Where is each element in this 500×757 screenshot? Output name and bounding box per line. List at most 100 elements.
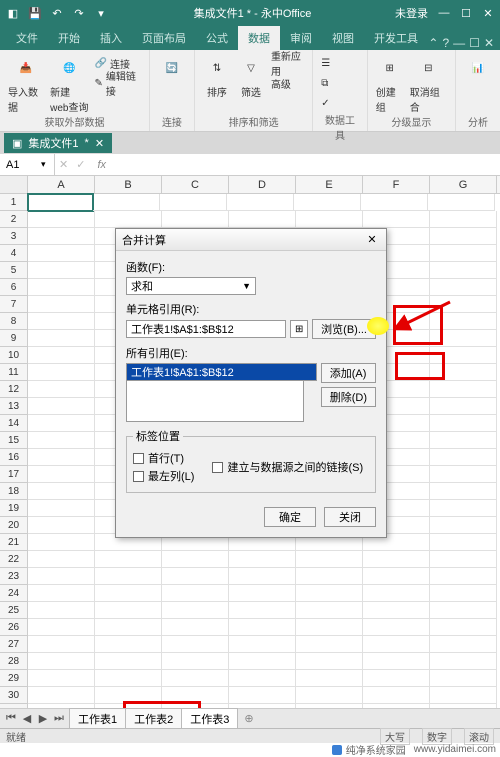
row-header[interactable]: 18 xyxy=(0,483,28,500)
row-header[interactable]: 22 xyxy=(0,551,28,568)
tab-file[interactable]: 文件 xyxy=(6,26,48,50)
cell[interactable] xyxy=(430,670,497,687)
cell[interactable] xyxy=(430,687,497,704)
cell[interactable] xyxy=(296,619,363,636)
row-header[interactable]: 29 xyxy=(0,670,28,687)
cell[interactable] xyxy=(430,313,497,330)
analysis-button[interactable]: 📊 xyxy=(464,54,492,82)
refresh-button[interactable]: 🔄 xyxy=(158,54,186,82)
cell[interactable] xyxy=(430,517,497,534)
group-button[interactable]: ⊞创建组 xyxy=(376,54,404,114)
cell[interactable] xyxy=(28,262,95,279)
row-header[interactable]: 11 xyxy=(0,364,28,381)
cell[interactable] xyxy=(162,619,229,636)
sheet-tab-active[interactable]: 工作表3 xyxy=(181,708,238,730)
close-icon[interactable]: ✕ xyxy=(480,5,496,21)
cell[interactable] xyxy=(296,670,363,687)
row-header[interactable]: 17 xyxy=(0,466,28,483)
remove-dup-button[interactable]: ⧉ xyxy=(321,74,330,92)
cell[interactable] xyxy=(229,636,296,653)
cell[interactable] xyxy=(363,602,430,619)
cell[interactable] xyxy=(430,636,497,653)
row-header[interactable]: 4 xyxy=(0,245,28,262)
row-header[interactable]: 9 xyxy=(0,330,28,347)
cell[interactable] xyxy=(95,585,162,602)
cell[interactable] xyxy=(296,687,363,704)
cell[interactable] xyxy=(162,670,229,687)
tab-home[interactable]: 开始 xyxy=(48,26,90,50)
cell[interactable] xyxy=(28,279,95,296)
row-header[interactable]: 24 xyxy=(0,585,28,602)
cell[interactable] xyxy=(162,653,229,670)
cell[interactable] xyxy=(229,568,296,585)
cell[interactable] xyxy=(95,602,162,619)
edit-link-button[interactable]: ✎编辑链接 xyxy=(95,74,141,92)
ribbon-close-icon[interactable]: ✕ xyxy=(484,36,494,50)
cell[interactable] xyxy=(296,568,363,585)
cell[interactable] xyxy=(430,602,497,619)
reference-input[interactable]: 工作表1!$A$1:$B$12 xyxy=(126,320,286,338)
cell[interactable] xyxy=(28,245,95,262)
cell[interactable] xyxy=(28,398,95,415)
text-to-columns-button[interactable]: ☰ xyxy=(321,54,330,72)
cell[interactable] xyxy=(430,398,497,415)
cell[interactable] xyxy=(361,194,428,211)
col-header[interactable]: F xyxy=(363,176,430,193)
cell[interactable] xyxy=(363,551,430,568)
cell[interactable] xyxy=(95,619,162,636)
row-header[interactable]: 27 xyxy=(0,636,28,653)
cell[interactable] xyxy=(28,551,95,568)
cell[interactable] xyxy=(430,245,497,262)
sheet-tab[interactable]: 工作表2 xyxy=(125,708,182,729)
top-row-checkbox[interactable]: 首行(T) xyxy=(133,450,194,466)
row-header[interactable]: 26 xyxy=(0,619,28,636)
cell[interactable] xyxy=(430,330,497,347)
cell[interactable] xyxy=(363,653,430,670)
ungroup-button[interactable]: ⊟取消组合 xyxy=(410,54,447,114)
left-col-checkbox[interactable]: 最左列(L) xyxy=(133,468,194,484)
cell[interactable] xyxy=(95,670,162,687)
row-header[interactable]: 30 xyxy=(0,687,28,704)
cell[interactable] xyxy=(363,636,430,653)
name-box-input[interactable] xyxy=(6,159,41,171)
cell[interactable] xyxy=(430,585,497,602)
cell[interactable] xyxy=(229,602,296,619)
cell[interactable] xyxy=(227,194,294,211)
ribbon-help-icon[interactable]: ? xyxy=(442,36,449,50)
cell[interactable] xyxy=(430,262,497,279)
cell[interactable] xyxy=(430,347,497,364)
ok-button[interactable]: 确定 xyxy=(264,507,316,527)
col-header[interactable]: E xyxy=(296,176,363,193)
cell[interactable] xyxy=(28,449,95,466)
row-header[interactable]: 14 xyxy=(0,415,28,432)
cell[interactable] xyxy=(430,364,497,381)
sort-button[interactable]: ⇅排序 xyxy=(203,54,231,99)
ribbon-collapse-icon[interactable]: ⌃ xyxy=(428,36,438,50)
cell[interactable] xyxy=(430,449,497,466)
cell[interactable] xyxy=(27,193,94,212)
row-header[interactable]: 13 xyxy=(0,398,28,415)
browse-button[interactable]: 浏览(B)... xyxy=(312,319,376,339)
row-header[interactable]: 16 xyxy=(0,449,28,466)
tab-formula[interactable]: 公式 xyxy=(196,26,238,50)
col-header[interactable]: G xyxy=(430,176,497,193)
doc-close-icon[interactable]: ✕ xyxy=(95,137,104,150)
cell[interactable] xyxy=(28,670,95,687)
row-header[interactable]: 21 xyxy=(0,534,28,551)
cell[interactable] xyxy=(363,687,430,704)
cell[interactable] xyxy=(430,279,497,296)
row-header[interactable]: 10 xyxy=(0,347,28,364)
cell[interactable] xyxy=(430,653,497,670)
document-tab[interactable]: ▣ 集成文件1 * ✕ xyxy=(4,133,112,153)
tab-dev[interactable]: 开发工具 xyxy=(364,26,428,50)
name-box[interactable]: ▾ xyxy=(0,154,55,175)
link-source-checkbox[interactable]: 建立与数据源之间的链接(S) xyxy=(212,450,363,484)
cell[interactable] xyxy=(430,619,497,636)
row-header[interactable]: 2 xyxy=(0,211,28,228)
cell[interactable] xyxy=(229,653,296,670)
undo-icon[interactable]: ↶ xyxy=(48,4,66,22)
cell[interactable] xyxy=(296,211,363,228)
cell[interactable] xyxy=(430,432,497,449)
row-header[interactable]: 5 xyxy=(0,262,28,279)
tab-view[interactable]: 视图 xyxy=(322,26,364,50)
